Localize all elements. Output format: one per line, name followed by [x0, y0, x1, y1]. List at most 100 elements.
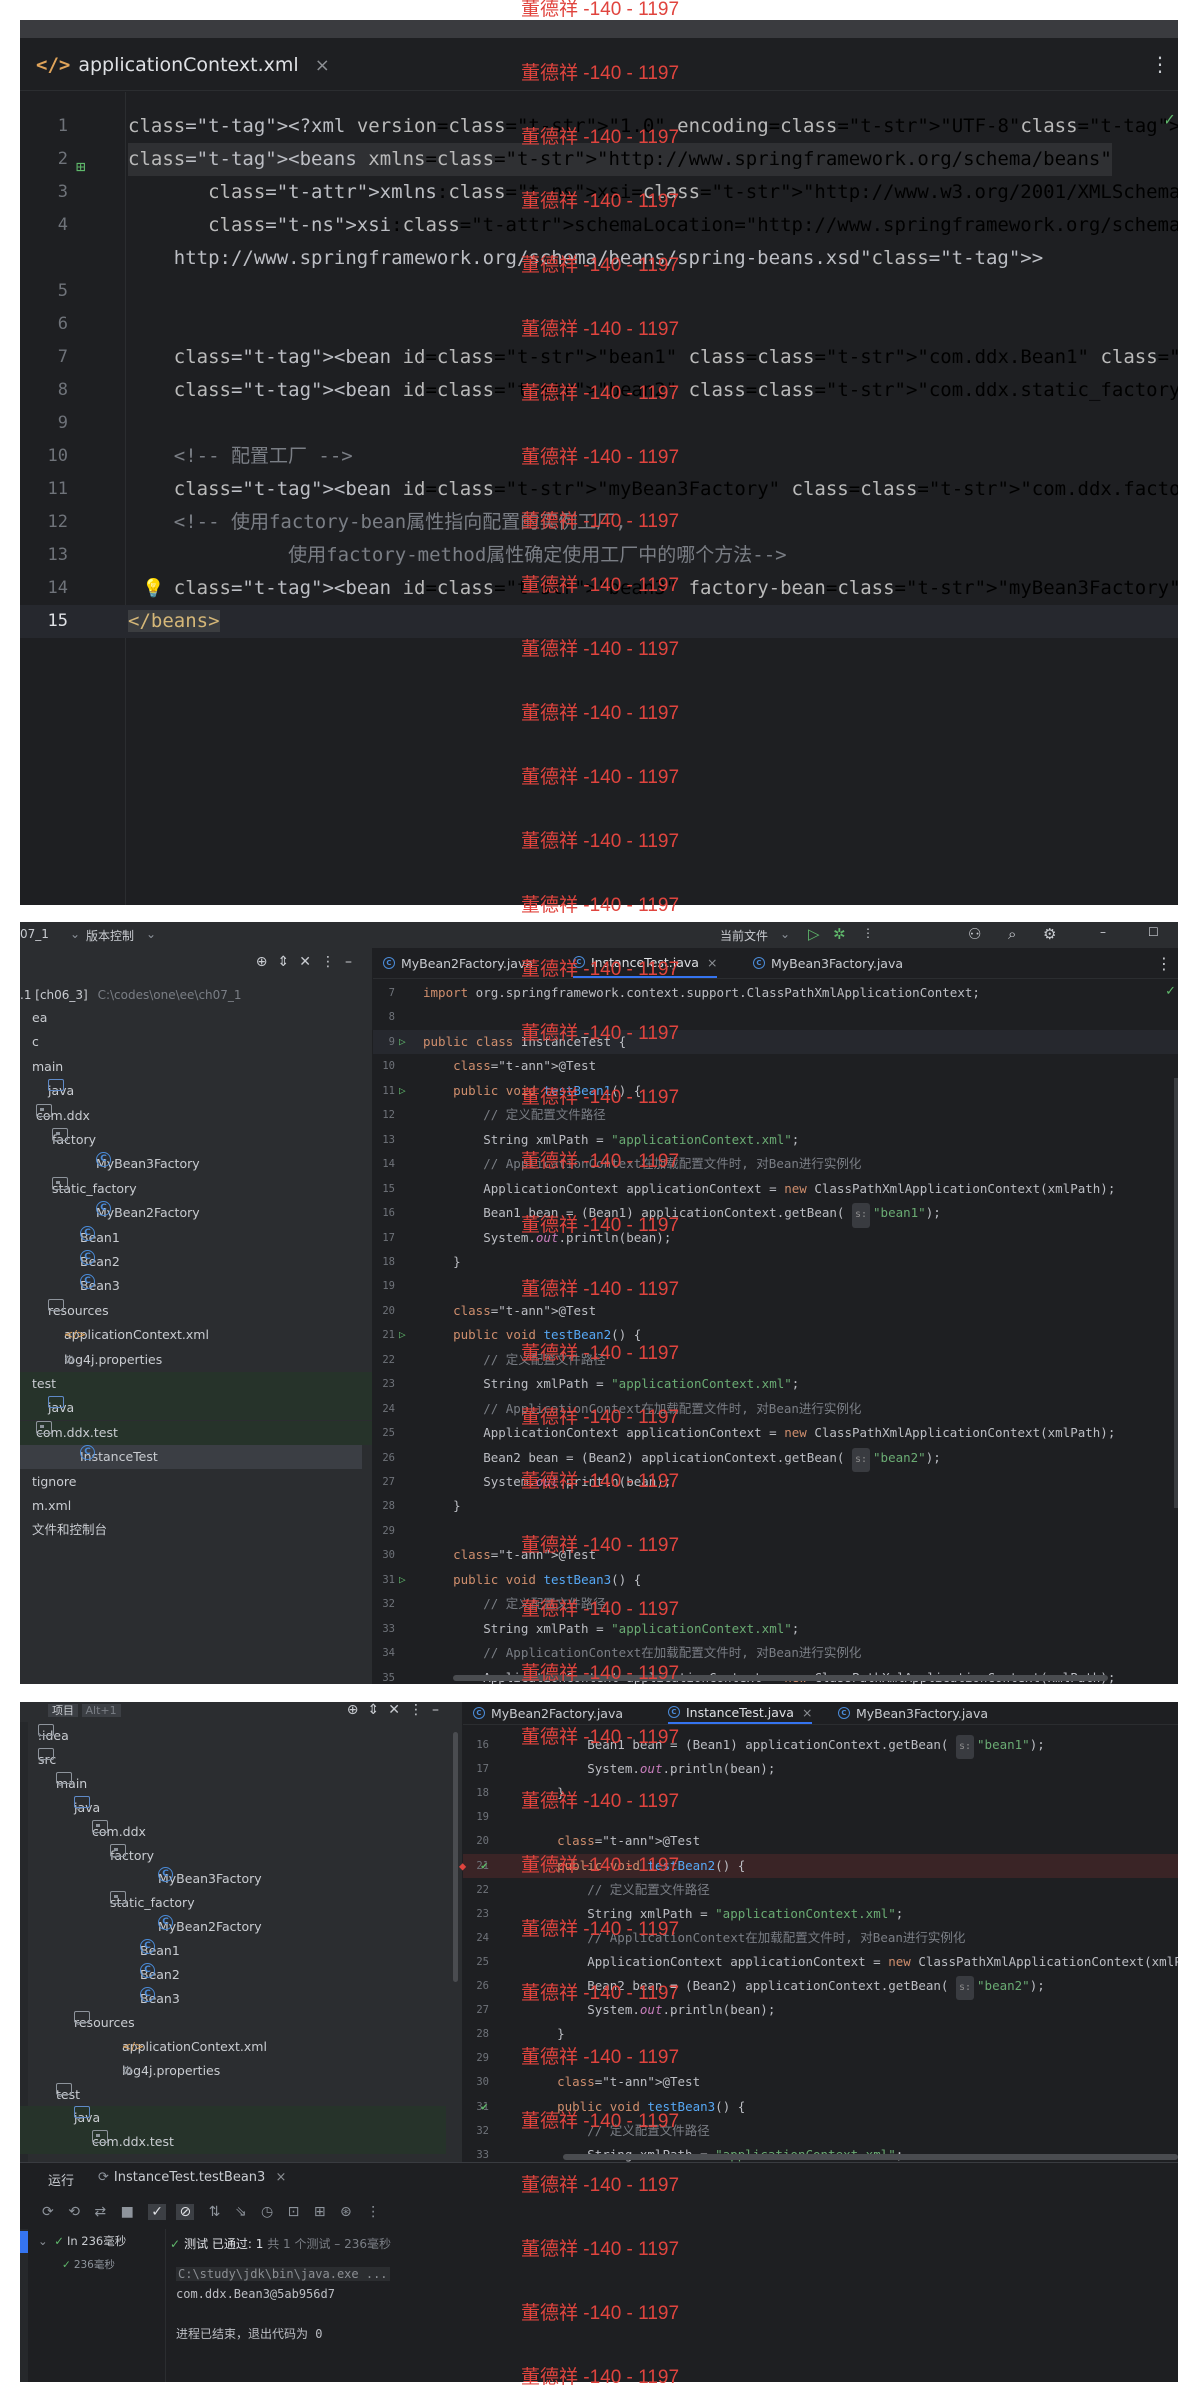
tree-item[interactable]: C Bean2 — [20, 1250, 372, 1274]
editor-tab[interactable]: C MyBean2Factory.java — [383, 948, 533, 978]
editor-tab[interactable]: C MyBean3Factory.java — [753, 948, 903, 978]
show-ignored-icon[interactable]: ⊘ — [176, 2204, 195, 2220]
tree-item[interactable]: c — [20, 1030, 372, 1054]
more-icon[interactable]: ⋮ — [862, 926, 874, 940]
code-area[interactable]: 7 import org.springframework.context.supp… — [373, 981, 1178, 1684]
tree-item[interactable]: ⌄ static_factory — [20, 1176, 372, 1201]
test-passed-icon[interactable]: ✔ — [481, 2095, 488, 2119]
tree-item[interactable]: C MyBean3Factory — [20, 1152, 372, 1176]
rerun-icon[interactable]: ⟳ — [42, 2204, 54, 2220]
tree-item[interactable]: main — [20, 1055, 372, 1079]
search-icon[interactable]: ⌕ — [1008, 925, 1016, 943]
breakpoint-icon[interactable]: ◆ — [459, 1854, 466, 1878]
tree-item[interactable]: C MyBean2Factory — [20, 1201, 372, 1225]
editor-tab[interactable]: C InstanceTest.java × — [668, 1702, 813, 1724]
editor-tab[interactable]: C InstanceTest.java × — [573, 948, 718, 978]
hide-icon[interactable]: – — [345, 954, 362, 970]
tree-item[interactable]: tignore — [20, 1470, 372, 1494]
debug-icon[interactable]: ✲ — [833, 925, 846, 943]
stop-icon[interactable]: ■ — [121, 2204, 134, 2220]
tree-item[interactable]: ⌄ src — [20, 1747, 446, 1772]
show-passed-icon[interactable]: ✓ — [148, 2204, 166, 2220]
horizontal-scrollbar[interactable] — [453, 1675, 1108, 1681]
tree-item[interactable]: ⌄ com.ddx.test — [20, 1420, 372, 1445]
tree-item[interactable]: java — [20, 1396, 372, 1421]
code-area[interactable]: 16 Bean1 bean = (Bean1) applicationConte… — [459, 1733, 1178, 2186]
settings-icon[interactable]: ⚙ — [1043, 925, 1056, 943]
sort-icon[interactable]: ⇅ — [209, 2204, 221, 2220]
horizontal-scrollbar[interactable] — [563, 2154, 1178, 2160]
run-gutter-icon[interactable]: ▷ — [399, 1323, 406, 1347]
test-passed-icon[interactable]: ✔ — [481, 1854, 488, 1878]
more-icon[interactable]: ⋮ — [321, 954, 345, 970]
tree-item[interactable]: C MyBean3Factory — [20, 1867, 446, 1891]
add-user-icon[interactable]: ⚇ — [968, 925, 981, 943]
run-config-selector[interactable]: 当前文件 — [720, 927, 768, 944]
tree-item[interactable]: ⌄ resources — [20, 2010, 446, 2035]
more-icon[interactable]: ⋮ — [409, 1702, 432, 1718]
project-root-row[interactable]: .1 [ch06_3] C:\codes\one\ee\ch07_1 — [20, 984, 242, 1006]
sort-duration-icon[interactable]: ⇘ — [235, 2204, 247, 2220]
coverage-icon[interactable]: ⊛ — [340, 2204, 352, 2220]
tree-item[interactable]: ⌄ java — [20, 2106, 446, 2131]
tree-item[interactable]: ⌄ factory — [20, 1128, 372, 1152]
run-gutter-icon[interactable]: ▷ — [399, 1079, 406, 1103]
tree-item[interactable]: C Bean1 — [20, 1939, 446, 1963]
minimize-icon[interactable]: – — [1100, 925, 1106, 939]
kebab-menu-icon[interactable]: ⋮ — [1150, 52, 1170, 76]
close-icon[interactable]: × — [707, 955, 717, 970]
test-tree-root[interactable]: ⌄ ✓ In 236毫秒 — [38, 2233, 126, 2249]
tree-item[interactable]: ⌄ static_factory — [20, 1891, 446, 1915]
tree-item[interactable]: ⚙ log4j.properties — [20, 2059, 446, 2083]
rerun-failed-icon[interactable]: ⟲ — [68, 2204, 80, 2220]
console-command[interactable]: C:\study\jdk\bin\java.exe ... — [176, 2267, 390, 2281]
tree-item[interactable]: ⌄ com.ddx.test — [20, 2130, 446, 2155]
expand-icon[interactable]: ⇕ — [278, 954, 300, 970]
tree-item[interactable]: java — [20, 1079, 372, 1103]
kebab-menu-icon[interactable]: ⋮ — [1156, 954, 1172, 973]
tree-item[interactable]: C Bean1 — [20, 1225, 372, 1250]
tree-item[interactable]: ⌄ test — [20, 2082, 446, 2107]
project-label[interactable]: 项目 — [48, 1704, 78, 1717]
tree-item[interactable]: C MyBean2Factory — [20, 1915, 446, 1939]
run-gutter-icon[interactable]: ▷ — [399, 1030, 406, 1054]
tree-item[interactable]: ea — [20, 1006, 372, 1030]
tree-item[interactable]: C Bean3 — [20, 1274, 372, 1298]
tree-item[interactable]: resources — [20, 1298, 372, 1323]
run-gutter-icon[interactable]: ▷ — [399, 1568, 406, 1592]
run-icon[interactable]: ▷ — [808, 925, 820, 943]
tree-item[interactable]: C Bean2 — [20, 1963, 446, 1987]
editor-tab[interactable]: C MyBean3Factory.java — [838, 1702, 988, 1724]
vertical-scrollbar[interactable] — [453, 1732, 458, 1982]
project-name[interactable]: 07_1 — [20, 927, 49, 941]
tree-item[interactable]: ⌄ com.ddx — [20, 1103, 372, 1128]
expand-icon[interactable]: ⇕ — [368, 1702, 389, 1718]
close-icon[interactable]: × — [802, 1705, 812, 1720]
close-icon[interactable]: × — [275, 2170, 286, 2185]
more-icon[interactable]: ⋮ — [366, 2204, 380, 2220]
export-icon[interactable]: ⊡ — [288, 2204, 300, 2220]
tree-item[interactable]: </> applicationContext.xml — [20, 1323, 372, 1347]
tree-item[interactable]: ⚙ log4j.properties — [20, 1348, 372, 1372]
tab-applicationcontext-xml[interactable]: </> applicationContext.xml × — [36, 50, 330, 80]
tree-item[interactable]: ⌄ main — [20, 1771, 446, 1796]
tree-item[interactable]: ⌄ factory — [20, 1843, 446, 1868]
tree-item[interactable]: </> applicationContext.xml — [20, 2035, 446, 2059]
collapse-icon[interactable]: ✕ — [299, 954, 321, 970]
tree-item[interactable]: ⌄ java — [20, 1795, 446, 1820]
test-tree-child[interactable]: ✓ 236毫秒 — [62, 2257, 115, 2272]
tree-item[interactable]: C Bean3 — [20, 1986, 446, 2011]
import-icon[interactable]: ⊞ — [314, 2204, 326, 2220]
run-tab-label[interactable]: 运行 — [48, 2170, 74, 2189]
console-output[interactable]: C:\study\jdk\bin\java.exe ... com.ddx.Be… — [176, 2267, 1178, 2382]
tree-item[interactable]: › .idea — [20, 1724, 446, 1748]
tree-item[interactable]: ⌄ com.ddx — [20, 1819, 446, 1844]
collapse-icon[interactable]: ✕ — [388, 1702, 409, 1718]
code-area[interactable]: 1 class="t-tag"><?xml version=class="t-st… — [20, 110, 1178, 905]
test-config-tab[interactable]: ⟳ InstanceTest.testBean3 × — [98, 2170, 286, 2185]
tree-item[interactable]: m.xml — [20, 1494, 372, 1518]
hide-icon[interactable]: – — [432, 1702, 448, 1718]
locate-icon[interactable]: ⊕ — [347, 1702, 368, 1718]
vertical-scrollbar[interactable] — [1174, 1078, 1178, 1508]
toggle-autotest-icon[interactable]: ⇄ — [94, 2204, 106, 2220]
